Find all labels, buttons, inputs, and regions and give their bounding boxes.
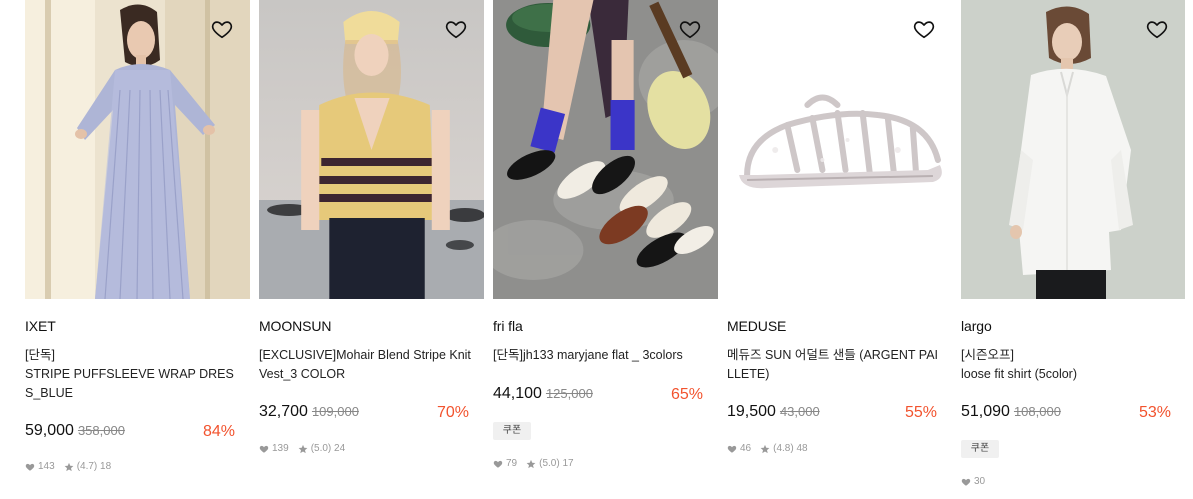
like-count: 30 — [974, 476, 986, 487]
heart-small-icon — [727, 445, 737, 453]
product-tag: [시즌오프] — [961, 348, 1014, 362]
star-icon — [526, 459, 536, 468]
heart-icon[interactable] — [211, 18, 233, 40]
heart-icon[interactable] — [1146, 18, 1168, 40]
white-shirt-photo — [961, 0, 1185, 299]
heart-icon[interactable] — [445, 18, 467, 40]
product-card[interactable]: IXET [단독] STRIPE PUFFSLEEVE WRAP DRESS_B… — [25, 0, 250, 499]
original-price: 358,000 — [77, 423, 125, 438]
heart-icon[interactable] — [913, 18, 935, 40]
product-stats: 30 — [961, 476, 994, 487]
coupon-badge: 쿠폰 — [961, 440, 999, 458]
sale-price: 59,000 — [25, 422, 74, 439]
brand-name[interactable]: MOONSUN — [259, 318, 332, 334]
rating-value: (4.7) — [76, 461, 98, 472]
brand-name[interactable]: fri fla — [493, 318, 523, 334]
product-image[interactable] — [961, 0, 1185, 299]
product-tag: [단독] — [25, 348, 55, 362]
review-count: 17 — [562, 458, 574, 469]
star-icon — [64, 462, 74, 471]
coupon-badge: 쿠폰 — [493, 422, 531, 440]
knit-vest-photo — [259, 0, 484, 299]
product-name[interactable]: [단독]jh133 maryjane flat _ 3colors — [493, 346, 705, 365]
price-row: 19,500 43,000 55% — [727, 403, 937, 423]
heart-small-icon — [493, 460, 503, 468]
product-name[interactable]: [단독] STRIPE PUFFSLEEVE WRAP DRESS_BLUE — [25, 346, 237, 403]
heart-icon[interactable] — [679, 18, 701, 40]
discount-rate: 65% — [670, 386, 703, 403]
rating-value: (4.8) — [773, 443, 794, 454]
maryjane-shoes-photo — [493, 0, 718, 299]
heart-small-icon — [25, 463, 35, 471]
product-title: STRIPE PUFFSLEEVE WRAP DRESS_BLUE — [25, 367, 234, 400]
brand-name[interactable]: IXET — [25, 318, 56, 334]
sale-price: 19,500 — [727, 403, 776, 420]
price-row: 32,700 109,000 70% — [259, 403, 469, 423]
product-card[interactable]: MOONSUN [EXCLUSIVE]Mohair Blend Stripe K… — [259, 0, 484, 499]
product-card[interactable]: MEDUSE 메듀즈 SUN 어덜트 샌들 (ARGENT PAILLETE) … — [727, 0, 952, 499]
product-card[interactable]: fri fla [단독]jh133 maryjane flat _ 3color… — [493, 0, 718, 499]
product-image[interactable] — [25, 0, 250, 299]
product-card[interactable]: largo [시즌오프] loose fit shirt (5color) 51… — [961, 0, 1185, 499]
review-count: 18 — [100, 461, 112, 472]
product-stats: 143 (4.7) 18 — [25, 461, 120, 472]
product-title: 메듀즈 SUN 어덜트 샌들 (ARGENT PAILLETE) — [727, 348, 939, 381]
product-title: [단독]jh133 maryjane flat _ 3colors — [493, 348, 683, 362]
jelly-sandal-photo — [727, 0, 952, 299]
rating-value: (5.0) — [310, 443, 332, 454]
heart-small-icon — [961, 478, 971, 486]
like-count: 46 — [740, 443, 752, 454]
product-stats: 46 (4.8) 48 — [727, 443, 817, 454]
sale-price: 32,700 — [259, 403, 308, 420]
original-price: 43,000 — [779, 404, 820, 419]
discount-rate: 55% — [904, 404, 937, 421]
product-image[interactable] — [259, 0, 484, 299]
heart-small-icon — [259, 445, 269, 453]
product-image[interactable] — [727, 0, 952, 299]
product-name[interactable]: 메듀즈 SUN 어덜트 샌들 (ARGENT PAILLETE) — [727, 346, 939, 384]
striped-dress-photo — [25, 0, 250, 299]
price-row: 51,090 108,000 53% — [961, 403, 1171, 423]
price-row: 44,100 125,000 65% — [493, 385, 703, 405]
product-name[interactable]: [EXCLUSIVE]Mohair Blend Stripe Knit Vest… — [259, 346, 471, 384]
star-icon — [760, 444, 770, 453]
product-name[interactable]: [시즌오프] loose fit shirt (5color) — [961, 346, 1173, 384]
product-stats: 139 (5.0) 24 — [259, 443, 354, 454]
brand-name[interactable]: MEDUSE — [727, 318, 786, 334]
product-title: [EXCLUSIVE]Mohair Blend Stripe Knit Vest… — [259, 348, 471, 381]
original-price: 125,000 — [545, 386, 593, 401]
rating-value: (5.0) — [539, 458, 560, 469]
product-title: loose fit shirt (5color) — [961, 367, 1078, 381]
like-count: 79 — [506, 458, 518, 469]
sale-price: 51,090 — [961, 403, 1010, 420]
review-count: 24 — [334, 443, 346, 454]
original-price: 108,000 — [1013, 404, 1061, 419]
like-count: 143 — [38, 461, 55, 472]
discount-rate: 70% — [436, 404, 469, 421]
review-count: 48 — [796, 443, 808, 454]
star-icon — [298, 444, 308, 453]
brand-name[interactable]: largo — [961, 318, 992, 334]
discount-rate: 84% — [202, 423, 235, 440]
product-stats: 79 (5.0) 17 — [493, 458, 583, 469]
price-row: 59,000 358,000 84% — [25, 422, 235, 442]
discount-rate: 53% — [1138, 404, 1171, 421]
original-price: 109,000 — [311, 404, 359, 419]
sale-price: 44,100 — [493, 385, 542, 402]
product-image[interactable] — [493, 0, 718, 299]
like-count: 139 — [272, 443, 289, 454]
